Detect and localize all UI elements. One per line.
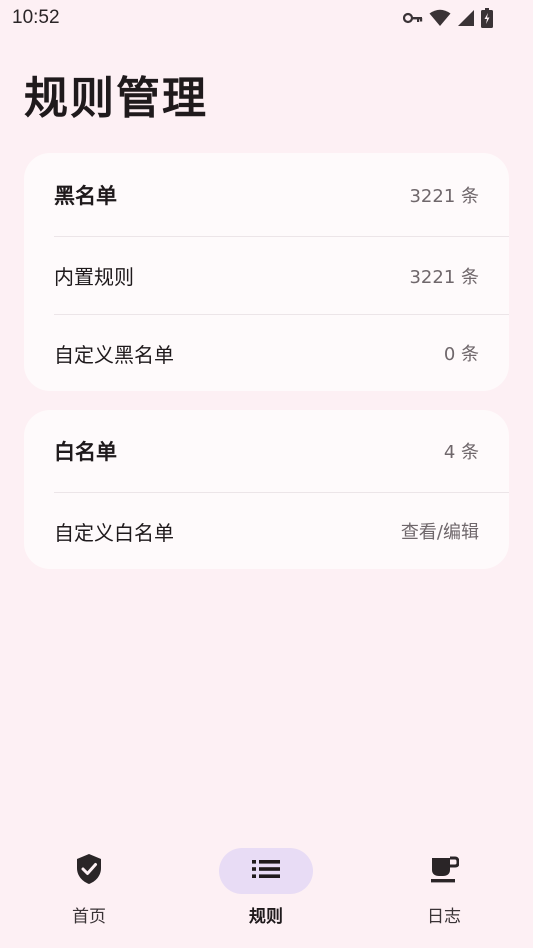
custom-blacklist-label: 自定义黑名单	[54, 342, 174, 367]
custom-blacklist-count: 0 条	[443, 344, 479, 365]
builtin-rules-count: 3221 条	[409, 266, 479, 288]
blacklist-card: 黑名单 3221 条 内置规则 3221 条 自定义黑名单 0 条	[24, 153, 509, 391]
whitelist-total-count: 4 条	[443, 442, 479, 463]
status-icons	[403, 8, 521, 28]
coffee-cup-icon	[429, 854, 460, 888]
custom-whitelist-label: 自定义白名单	[54, 520, 174, 545]
nav-item-home[interactable]: 首页	[19, 840, 159, 948]
page-title: 规则管理	[24, 73, 208, 124]
nav-icon-container	[42, 848, 136, 894]
status-time: 10:52	[12, 7, 60, 28]
custom-whitelist-row[interactable]: 自定义白名单 查看/编辑	[24, 493, 509, 569]
battery-charging-icon	[481, 8, 493, 28]
shield-check-icon	[75, 853, 103, 889]
nav-item-rules[interactable]: 规则	[196, 840, 336, 948]
custom-whitelist-action[interactable]: 查看/编辑	[401, 518, 479, 544]
builtin-rules-label: 内置规则	[54, 265, 134, 289]
whitelist-header-label: 白名单	[54, 440, 117, 464]
blacklist-total-count: 3221 条	[409, 185, 479, 207]
blacklist-header-label: 黑名单	[54, 183, 117, 208]
builtin-rules-row[interactable]: 内置规则 3221 条	[24, 237, 509, 314]
cellular-icon	[457, 9, 475, 27]
whitelist-card: 白名单 4 条 自定义白名单 查看/编辑	[24, 410, 509, 569]
nav-label-rules: 规则	[249, 907, 283, 927]
wifi-icon	[429, 9, 451, 27]
nav-label-home: 首页	[72, 907, 106, 927]
nav-icon-container	[397, 848, 491, 894]
blacklist-header-row[interactable]: 黑名单 3221 条	[24, 153, 509, 236]
bottom-nav: 首页 规则 日志	[0, 840, 533, 948]
nav-active-indicator	[219, 848, 313, 894]
key-icon	[403, 12, 423, 24]
nav-item-logs[interactable]: 日志	[374, 840, 514, 948]
status-bar: 10:52	[0, 0, 533, 36]
custom-blacklist-row[interactable]: 自定义黑名单 0 条	[24, 315, 509, 391]
nav-label-logs: 日志	[427, 907, 461, 927]
whitelist-header-row[interactable]: 白名单 4 条	[24, 410, 509, 492]
list-icon	[252, 859, 280, 883]
